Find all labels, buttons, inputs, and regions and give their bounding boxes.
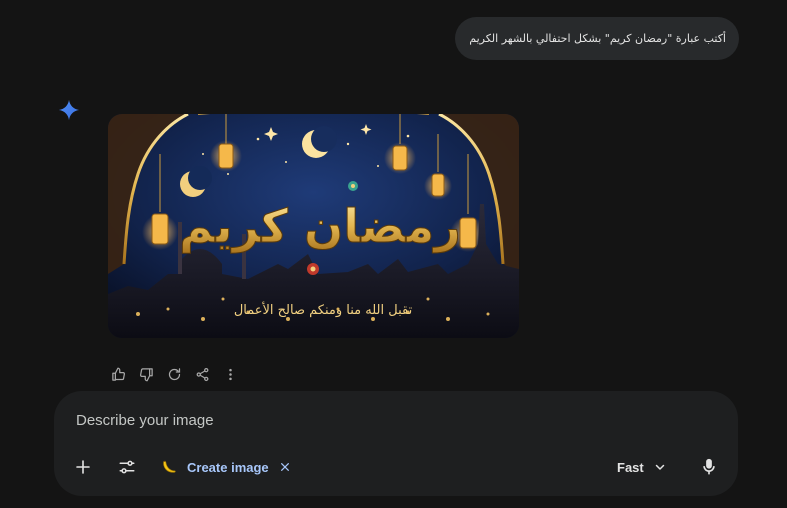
add-button[interactable] <box>72 456 94 478</box>
thumbs-up-button[interactable] <box>108 364 128 384</box>
microphone-icon <box>703 458 715 475</box>
calligraphy-main: رمضان كريم <box>179 199 461 253</box>
create-image-label: Create image <box>187 459 269 475</box>
chat-page: أكتب عبارة "رمضان كريم" بشكل احتفالي بال… <box>0 0 787 508</box>
more-options-button[interactable] <box>220 364 240 384</box>
response-actions <box>108 364 248 384</box>
close-icon <box>280 463 289 471</box>
redo-icon <box>168 367 180 380</box>
generated-image[interactable]: رمضان كريم تقبل الله منا ومنكم صالح الأع… <box>108 114 519 338</box>
user-message-bubble: أكتب عبارة "رمضان كريم" بشكل احتفالي بال… <box>455 17 739 60</box>
more-vertical-icon <box>228 368 232 380</box>
prompt-input[interactable] <box>76 408 636 432</box>
close-chip-button[interactable] <box>279 461 291 473</box>
calligraphy-sub: تقبل الله منا ومنكم صالح الأعمال <box>234 301 413 318</box>
redo-button[interactable] <box>164 364 184 384</box>
user-message-text: أكتب عبارة "رمضان كريم" بشكل احتفالي بال… <box>469 32 726 45</box>
share-button[interactable] <box>192 364 212 384</box>
share-icon <box>196 367 208 381</box>
ramadan-illustration: رمضان كريم تقبل الله منا ومنكم صالح الأع… <box>108 114 519 338</box>
thumbs-down-button[interactable] <box>136 364 156 384</box>
create-image-chip[interactable]: Create image <box>161 455 291 479</box>
prompt-composer: Create image Fast <box>54 391 738 496</box>
plus-icon <box>76 460 90 474</box>
tools-button[interactable] <box>116 456 138 478</box>
model-mode-selector[interactable]: Fast <box>617 455 666 479</box>
microphone-button[interactable] <box>700 456 718 478</box>
mode-label: Fast <box>617 459 644 475</box>
tune-icon <box>119 460 135 474</box>
thumbs-up-icon <box>111 367 125 381</box>
thumbs-down-icon <box>139 367 153 381</box>
gemini-spark-icon <box>58 99 80 121</box>
banana-icon <box>163 460 176 473</box>
chevron-down-icon <box>655 464 664 470</box>
